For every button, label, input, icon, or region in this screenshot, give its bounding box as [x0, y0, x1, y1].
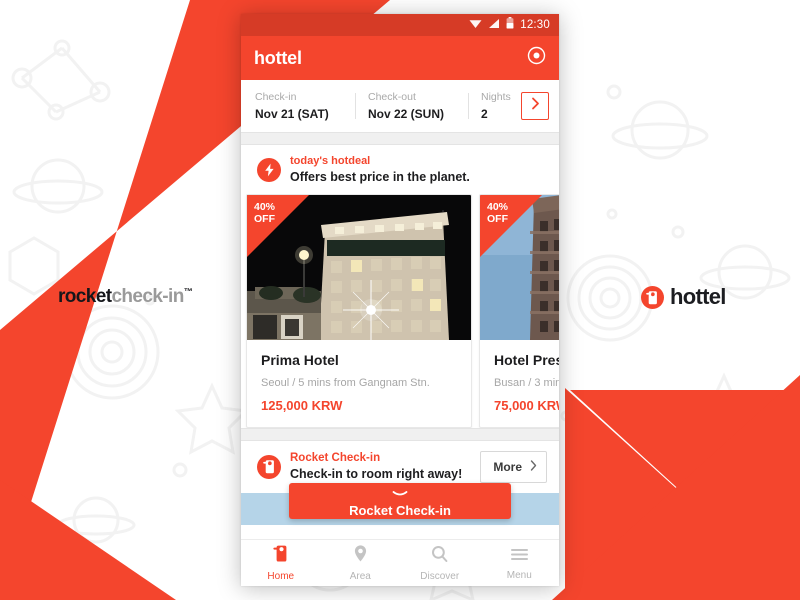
status-bar-time: 12:30	[520, 19, 550, 31]
rocket-checkin-row: Rocket Check-in Check-in to room right a…	[241, 441, 559, 487]
deal-photo-night-hotel: 40% OFF	[247, 194, 471, 340]
bottom-navigation-bar: Home Area Discover Menu	[241, 539, 559, 586]
hotdeal-text-block: today's hotdeal Offers best price in the…	[290, 154, 470, 186]
deal-info: Prima Hotel Seoul / 5 mins from Gangnam …	[247, 340, 471, 427]
nav-label-menu: Menu	[506, 569, 532, 581]
nav-item-discover[interactable]: Discover	[400, 540, 480, 586]
battery-icon	[506, 16, 514, 34]
nav-label-home: Home	[267, 571, 295, 582]
more-button-label: More	[493, 459, 522, 474]
door-hanger-icon	[257, 454, 281, 479]
door-hanger-icon	[273, 544, 288, 568]
map-pin-icon	[353, 544, 368, 568]
discount-badge-text: 40% OFF	[254, 200, 276, 225]
rocket-text-block: Rocket Check-in Check-in to room right a…	[290, 451, 462, 483]
nav-item-home[interactable]: Home	[241, 540, 321, 586]
nav-label-discover: Discover	[420, 570, 460, 582]
nav-item-area[interactable]: Area	[321, 540, 401, 586]
signal-icon	[488, 16, 500, 34]
date-selection-bar: Check-in Nov 21 (SAT) Check-out Nov 22 (…	[241, 80, 559, 132]
section-divider	[241, 427, 559, 441]
rocket-fab-label: Rocket Check-in	[349, 502, 451, 518]
section-divider	[241, 132, 559, 145]
divider	[468, 93, 469, 119]
checkin-label: Check-in	[255, 91, 297, 103]
hamburger-icon	[510, 546, 529, 567]
phone-mockup: 12:30 hottel Check-in Nov 21 (SAT) Check…	[241, 14, 559, 586]
more-button[interactable]: More	[480, 450, 547, 483]
nights-label: Nights	[481, 91, 511, 103]
wordmark-part-checkin: check-in	[111, 286, 184, 307]
deal-name: Prima Hotel	[261, 351, 339, 368]
location-target-icon[interactable]	[527, 46, 546, 70]
deal-price: 75,000 KRW	[494, 397, 559, 413]
search-go-button[interactable]	[521, 92, 549, 120]
rocket-checkin-wordmark: rocketcheck-in™	[58, 286, 193, 308]
deal-info: Hotel Preside Busan / 3 mins fr 75,000 K…	[480, 340, 559, 427]
nights-value: 2	[481, 107, 488, 121]
deal-card[interactable]: 40% OFF Hotel Preside Busan / 3 mins fr …	[479, 193, 559, 428]
hotdeal-header: today's hotdeal Offers best price in the…	[241, 145, 559, 194]
search-icon	[431, 545, 448, 568]
app-title: hottel	[254, 47, 302, 68]
nav-label-area: Area	[349, 571, 371, 582]
discount-badge-text: 40% OFF	[487, 200, 509, 225]
hottel-brand-logo: hottel	[641, 284, 726, 310]
nav-item-menu[interactable]: Menu	[480, 540, 560, 586]
rocket-checkin-section: Rocket Check-in Check-in to room right a…	[241, 440, 559, 539]
chevron-handle-icon	[392, 484, 408, 502]
checkout-value: Nov 22 (SUN)	[368, 107, 445, 121]
checkin-value: Nov 21 (SAT)	[255, 107, 329, 121]
wordmark-part-rocket: rocket	[58, 286, 112, 307]
divider	[355, 93, 356, 119]
bolt-icon	[257, 157, 281, 182]
trademark-symbol: ™	[183, 286, 193, 297]
checkout-date-field[interactable]: Check-out Nov 22 (SUN)	[368, 91, 456, 121]
hotdeal-card-row[interactable]: 40% OFF Prima Hotel Seoul / 5 mins from …	[241, 193, 559, 428]
rocket-title: Check-in to room right away!	[290, 467, 463, 482]
app-bar: hottel	[241, 36, 559, 80]
deal-price: 125,000 KRW	[261, 397, 343, 413]
chevron-right-icon	[530, 458, 537, 476]
hotdeal-kicker: today's hotdeal	[290, 155, 371, 167]
wifi-icon	[469, 16, 482, 34]
chevron-right-icon	[531, 97, 540, 115]
deal-location: Busan / 3 mins fr	[494, 376, 559, 389]
status-bar: 12:30	[241, 14, 559, 36]
nights-field[interactable]: Nights 2	[481, 91, 521, 121]
rocket-checkin-fab[interactable]: Rocket Check-in	[289, 482, 511, 519]
deal-location: Seoul / 5 mins from Gangnam Stn.	[261, 376, 430, 389]
deal-card[interactable]: 40% OFF Prima Hotel Seoul / 5 mins from …	[246, 193, 472, 428]
deal-photo-flatiron: 40% OFF	[480, 194, 559, 340]
door-hanger-icon	[641, 285, 664, 309]
hotdeal-title: Offers best price in the planet.	[290, 169, 470, 184]
checkin-date-field[interactable]: Check-in Nov 21 (SAT)	[255, 91, 343, 121]
hottel-logo-text: hottel	[670, 284, 726, 309]
checkout-label: Check-out	[368, 91, 416, 103]
rocket-kicker: Rocket Check-in	[290, 451, 381, 464]
deal-name: Hotel Preside	[494, 351, 559, 368]
